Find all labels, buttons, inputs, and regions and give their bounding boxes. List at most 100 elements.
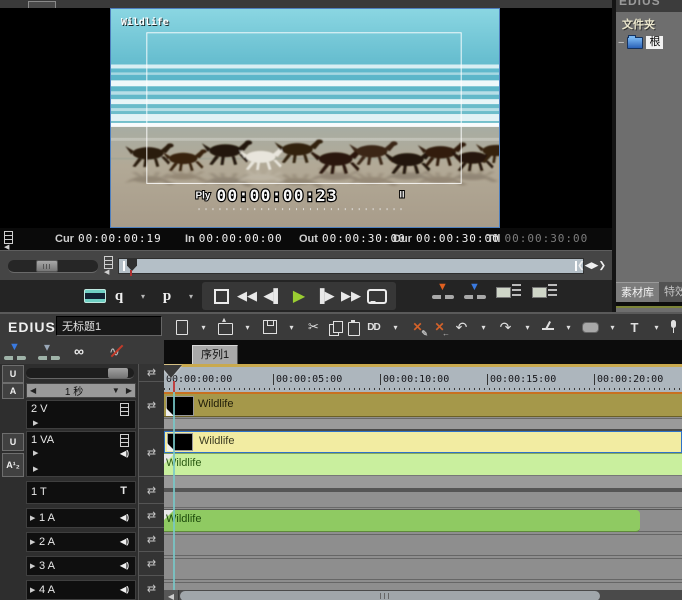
save-project-icon[interactable] xyxy=(260,317,279,337)
clip-wildlife-1va-audio[interactable]: Wildlife xyxy=(164,453,682,475)
add-to-bin-icon[interactable] xyxy=(496,284,522,300)
add-to-timeline-icon[interactable] xyxy=(532,284,558,300)
speaker-icon[interactable]: ◀) xyxy=(120,561,129,570)
stop-icon[interactable] xyxy=(210,283,232,309)
expand-track-icon[interactable]: ▶ xyxy=(33,419,38,427)
speaker-icon[interactable]: ◀) xyxy=(120,513,129,522)
timescale-selector[interactable]: ◀ 1 秒 ▼ ▶ xyxy=(26,383,136,398)
track-header-1t[interactable]: 1 T T xyxy=(26,481,136,504)
speaker-icon[interactable]: ◀) xyxy=(120,449,129,458)
timescale-decrease-icon[interactable]: ◀ xyxy=(27,386,39,395)
open-project-icon[interactable] xyxy=(216,317,235,337)
shuttle-grip[interactable] xyxy=(36,260,58,272)
ripple-delete-icon[interactable]: ✕← xyxy=(430,317,449,337)
fast-forward-icon[interactable]: ▶▶ xyxy=(340,283,362,309)
track-height-grip[interactable] xyxy=(108,368,128,378)
expand-track-icon[interactable]: ▶ xyxy=(30,514,35,522)
title-icon[interactable] xyxy=(625,317,644,337)
clip-icon[interactable] xyxy=(581,317,600,337)
track-header-4a[interactable]: ▶ 4 A ◀) xyxy=(26,580,136,600)
razor-dropdown-icon[interactable]: ▾ xyxy=(559,317,578,337)
new-sequence-dropdown-icon[interactable]: ▾ xyxy=(194,317,213,337)
track-header-1a[interactable]: ▶ 1 A ◀) xyxy=(26,508,136,528)
tab-asset-library[interactable]: 素材库 xyxy=(616,282,659,303)
prev-frame-icon[interactable]: ◀▌ xyxy=(262,283,284,309)
mute-track-toggle[interactable]: U xyxy=(2,433,24,451)
lane-2v-sub[interactable] xyxy=(164,418,682,429)
scrollbar-thumb[interactable] xyxy=(180,591,600,600)
track-header-3a[interactable]: ▶ 3 A ◀) xyxy=(26,556,136,576)
delete-in-out-icon[interactable]: ✕✎ xyxy=(408,317,427,337)
insert-to-timeline-icon[interactable] xyxy=(432,283,454,301)
loop-icon[interactable] xyxy=(366,283,388,309)
razor-icon[interactable] xyxy=(540,320,556,334)
audio-channel-toggle[interactable]: A¹₂ xyxy=(2,453,24,477)
save-project-dropdown-icon[interactable]: ▾ xyxy=(282,317,301,337)
duplicate-dropdown-icon[interactable]: ▾ xyxy=(386,317,405,337)
expand-track-icon[interactable]: ▶ xyxy=(33,449,38,457)
snap-mode-icon[interactable] xyxy=(106,344,128,361)
track-header-1va[interactable]: 1 VA ▶ ◀) ▶ xyxy=(26,431,136,477)
set-in-point-icon[interactable]: q xyxy=(108,283,130,309)
rewind-icon[interactable]: ◀◀ xyxy=(236,283,258,309)
undo-icon[interactable] xyxy=(452,317,471,337)
video-preview[interactable]: Wildlife Wildlife Ply 00:00:00:23 II xyxy=(110,8,500,228)
new-sequence-icon[interactable] xyxy=(172,317,191,337)
scroll-left-icon[interactable]: ◀ xyxy=(164,590,179,600)
expand-track-icon[interactable]: ▶ xyxy=(33,465,38,473)
timescale-increase-icon[interactable]: ▶ xyxy=(123,386,135,395)
set-in-dropdown-icon[interactable]: ▾ xyxy=(132,283,154,309)
tree-expander[interactable]: − xyxy=(618,37,624,49)
set-out-dropdown-icon[interactable]: ▾ xyxy=(180,283,202,309)
ripple-sync-icon[interactable]: ⇄ xyxy=(138,528,164,552)
lane-1t[interactable] xyxy=(164,492,682,508)
paste-icon[interactable] xyxy=(345,319,361,335)
loop-mode-icon[interactable] xyxy=(72,344,94,361)
ripple-sync-icon[interactable]: ⇄ xyxy=(138,429,164,477)
track-height-slider[interactable] xyxy=(26,368,134,379)
loop-playback-icon[interactable]: ❮◀▶❯ xyxy=(577,260,606,271)
open-project-dropdown-icon[interactable]: ▾ xyxy=(238,317,257,337)
title-dropdown-icon[interactable]: ▾ xyxy=(647,317,666,337)
timeline-ruler[interactable]: 00:00:00:00 00:00:05:00 00:00:10:00 00:0… xyxy=(164,364,682,392)
expand-track-icon[interactable]: ▶ xyxy=(30,538,35,546)
ripple-sync-icon[interactable]: ⇄ xyxy=(138,552,164,576)
insert-overwrite-mode-icon[interactable] xyxy=(4,344,26,361)
expand-track-icon[interactable]: ▶ xyxy=(30,562,35,570)
clip-wildlife-1va-video[interactable]: Wildlife xyxy=(164,431,682,453)
expand-track-icon[interactable]: ▶ xyxy=(30,586,35,594)
ripple-sync-icon[interactable]: ⇄ xyxy=(138,504,164,528)
playhead-pin[interactable] xyxy=(127,259,137,271)
track-header-2v[interactable]: 2 V ▶ xyxy=(26,400,136,429)
speaker-icon[interactable]: ◀) xyxy=(120,585,129,594)
capture-icon[interactable] xyxy=(84,283,106,309)
root-folder-item[interactable]: 根 xyxy=(646,36,663,49)
shuttle-slider[interactable] xyxy=(8,260,98,273)
project-title-field[interactable]: 无标题1 xyxy=(56,316,162,336)
clip-dropdown-icon[interactable]: ▾ xyxy=(603,317,622,337)
track-header-2a[interactable]: ▶ 2 A ◀) xyxy=(26,532,136,552)
position-bar[interactable] xyxy=(118,258,584,274)
timescale-dropdown-icon[interactable]: ▼ xyxy=(109,386,123,395)
ripple-sync-icon[interactable]: ⇄ xyxy=(138,364,164,382)
ripple-sync-icon[interactable]: ⇄ xyxy=(138,477,164,504)
tab-sequence-1[interactable]: 序列1 xyxy=(192,345,238,365)
audio-output-toggle[interactable]: A xyxy=(2,383,24,399)
lane-1va-sub[interactable] xyxy=(164,475,682,488)
voiceover-icon[interactable] xyxy=(669,320,677,334)
ripple-sync-icon[interactable]: ⇄ xyxy=(138,382,164,429)
cut-icon[interactable] xyxy=(304,317,323,337)
clip-wildlife-1a[interactable]: Wildlife xyxy=(164,510,640,532)
tab-effects[interactable]: 特效 xyxy=(659,282,682,302)
undo-dropdown-icon[interactable]: ▾ xyxy=(474,317,493,337)
copy-icon[interactable] xyxy=(326,319,342,335)
sync-mode-icon[interactable] xyxy=(38,344,60,361)
ripple-sync-icon[interactable]: ⇄ xyxy=(138,576,164,600)
redo-icon[interactable] xyxy=(496,317,515,337)
lane-1a[interactable]: Wildlife xyxy=(164,510,682,532)
next-frame-icon[interactable]: ▐▶ xyxy=(314,283,336,309)
redo-dropdown-icon[interactable]: ▾ xyxy=(518,317,537,337)
timescale-value[interactable]: 1 秒 xyxy=(39,383,109,398)
clip-wildlife-2v[interactable]: Wildlife xyxy=(164,392,682,417)
play-icon[interactable]: ▶ xyxy=(288,283,310,309)
